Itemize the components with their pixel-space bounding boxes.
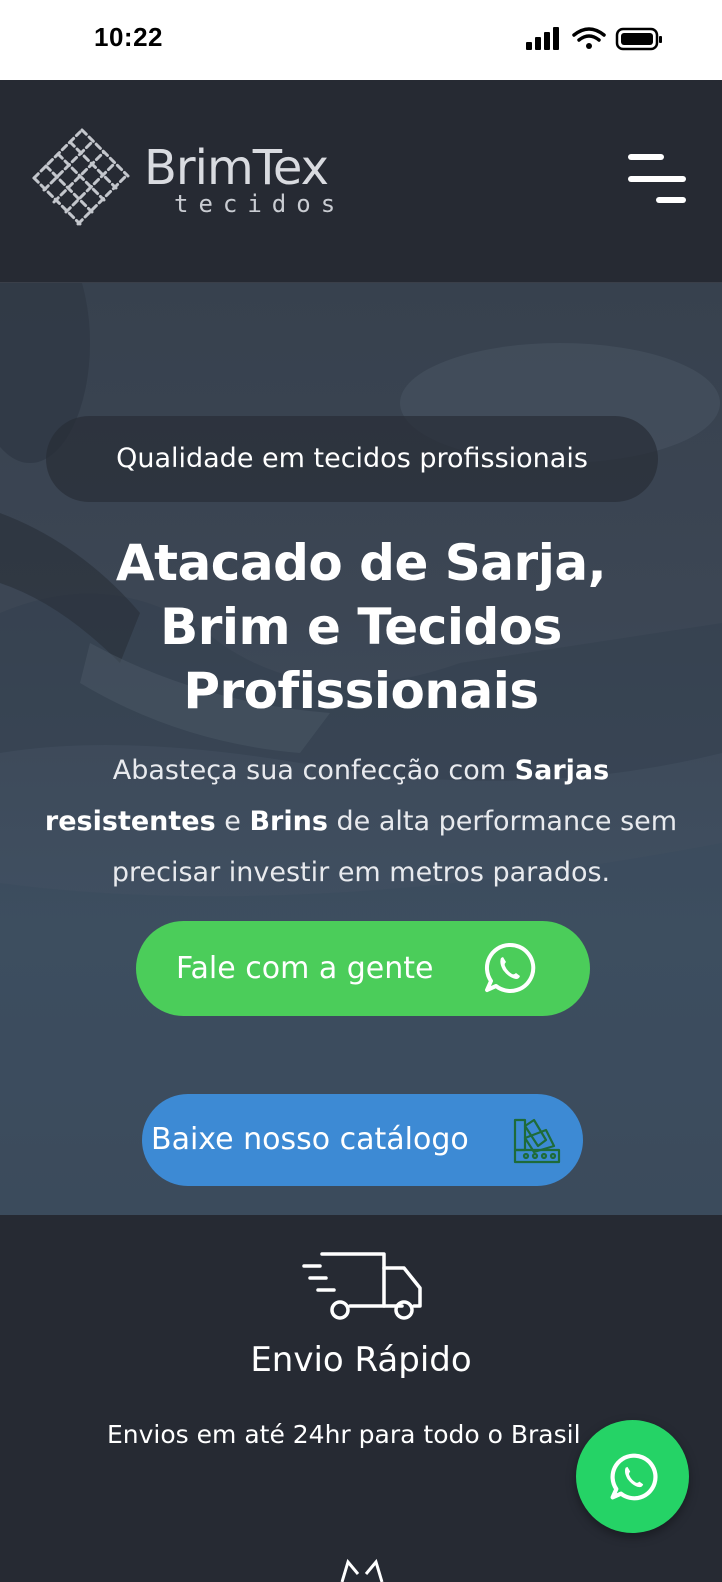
whatsapp-icon [484, 942, 536, 993]
contact-whatsapp-button[interactable]: Fale com a gente [136, 921, 590, 1016]
fabric-swatch-catalog-icon [513, 1118, 561, 1164]
brand-logo[interactable]: BrimTex tecidos [22, 120, 352, 240]
feature-title: Envio Rápido [250, 1340, 472, 1380]
hero-title: Atacado de Sarja, Brim e Tecidos Profiss… [30, 531, 692, 723]
hero-title-line: Atacado de Sarja, [115, 534, 607, 592]
menu-line-middle [628, 176, 686, 182]
hero-desc-bold: Brins [249, 806, 328, 837]
wifi-icon [572, 27, 606, 49]
download-catalog-button[interactable]: Baixe nosso catálogo [142, 1094, 583, 1186]
brand-name: BrimTex [144, 140, 329, 196]
hero-title-line: Brim e Tecidos [160, 598, 562, 656]
hero-section: Qualidade em tecidos profissionais Ataca… [0, 283, 722, 1215]
hero-tagline-badge: Qualidade em tecidos profissionais [46, 416, 658, 502]
signal-icon [526, 27, 559, 50]
status-time: 10:22 [94, 22, 163, 52]
download-catalog-label: Baixe nosso catálogo [151, 1122, 469, 1157]
next-feature-icon-partial [340, 1558, 384, 1582]
status-icons [524, 26, 664, 52]
delivery-truck-icon [302, 1252, 422, 1320]
whatsapp-icon [610, 1453, 658, 1501]
feature-description: Envios em até 24hr para todo o Brasil [107, 1420, 581, 1449]
hero-description: Abasteça sua confecção com Sarjas resist… [40, 745, 682, 898]
brand-subtitle: tecidos [174, 190, 346, 218]
hamburger-menu-button[interactable] [624, 150, 690, 210]
menu-line-bottom [656, 197, 686, 203]
hero-desc-text: e [215, 806, 250, 837]
hero-title-line: Profissionais [183, 662, 539, 720]
menu-line-top [628, 154, 664, 160]
status-bar: 10:22 [0, 0, 722, 80]
contact-whatsapp-label: Fale com a gente [176, 951, 434, 986]
hero-desc-text: Abasteça sua confecção com [112, 755, 515, 786]
woven-fabric-logo-icon [32, 128, 130, 226]
battery-icon [615, 27, 662, 51]
floating-whatsapp-button[interactable] [576, 1420, 689, 1533]
